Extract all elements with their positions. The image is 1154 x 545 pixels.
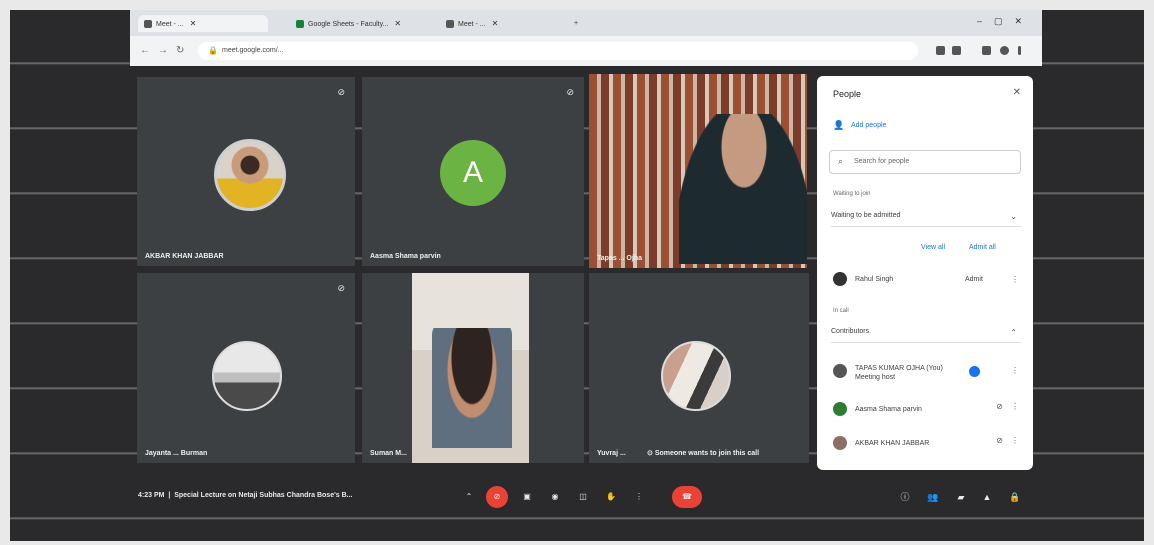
chevron-up-icon: ⌃ [1010,328,1017,337]
window-controls[interactable]: –▢✕ [977,16,1034,27]
more-vert-icon[interactable]: ⋮ [1011,366,1019,375]
more-options-button[interactable]: ⋮ [628,486,650,508]
avatar [833,364,847,378]
panel-title: People [833,89,862,99]
participant-name: Aasma Shama parvin [370,253,441,260]
present-button[interactable]: ◫ [572,486,594,508]
participant-tile[interactable]: ⊘ AKBAR KHAN JABBAR [137,77,355,266]
add-person-icon: 👤 [833,120,845,130]
extensions-puzzle-icon[interactable] [982,46,991,55]
chevron-down-icon: ⌄ [1010,212,1017,221]
close-panel-icon[interactable]: ✕ [1013,87,1021,98]
host-controls-icon[interactable]: 🔒 [1006,488,1024,506]
participant-tile-video[interactable]: Suman M... [362,273,584,463]
participant-row: AKBAR KHAN JABBAR [833,436,929,450]
participant-row: TAPAS KUMAR OJHA (You) Meeting host [833,364,953,382]
people-panel: People ✕ 👤 Add people ⌕ Search for people… [817,76,1033,470]
address-bar[interactable]: 🔒 meet.google.com/... [198,42,918,60]
close-tab-icon[interactable]: ✕ [190,19,197,28]
end-call-button[interactable]: ☎ [672,486,702,508]
more-vert-icon[interactable]: ⋮ [1011,402,1019,411]
mic-off-icon: ⊘ [996,436,1003,445]
activities-icon[interactable]: ▲ [978,488,996,506]
section-header-waiting: Waiting to join [833,191,871,197]
participant-avatar [214,139,286,211]
participant-name: Tapas ... Ojha [597,255,642,262]
participant-row: Aasma Shama parvin [833,402,922,416]
participant-name: Yuvraj ... [597,450,626,457]
close-tab-icon[interactable]: ✕ [394,19,401,28]
participant-avatar [212,341,282,411]
browser-tab-meet[interactable]: Meet - ... ✕ [138,15,268,32]
search-people-input[interactable]: ⌕ Search for people [829,150,1021,174]
waiting-person-row: Rahul Singh [833,272,893,286]
add-people-button[interactable]: 👤 Add people [833,120,886,130]
participant-video [589,74,807,268]
contributors-group[interactable]: Contributors ⌃ [831,328,1021,343]
participant-tile[interactable]: ⊘ A Aasma Shama parvin [362,77,584,266]
avatar [833,272,847,286]
admit-button[interactable]: Admit [965,276,983,283]
reload-icon[interactable]: ↻ [176,45,184,56]
avatar [833,402,847,416]
browser-menu-icon[interactable] [1018,46,1021,55]
join-request-notice[interactable]: ⊙ Someone wants to join this call [647,449,759,457]
participant-name: AKBAR KHAN JABBAR [145,253,224,260]
new-tab-button[interactable]: + [568,15,584,32]
meet-favicon-icon [446,20,454,29]
mic-off-button[interactable]: ⊘ [486,486,508,508]
meeting-control-bar: 4:23 PM | Special Lecture on Netaji Subh… [130,476,1042,520]
meeting-time-and-title: 4:23 PM | Special Lecture on Netaji Subh… [138,492,353,499]
people-icon[interactable]: 👥 [924,488,942,506]
mic-off-icon: ⊘ [337,87,345,97]
more-vert-icon[interactable]: ⋮ [1011,436,1019,445]
waiting-select[interactable]: Waiting to be admitted ⌄ [831,212,1021,227]
lock-icon: 🔒 [208,46,218,55]
participant-name: Jayanta ... Burman [145,450,208,457]
forward-icon[interactable]: → [158,45,168,56]
more-vert-icon[interactable]: ⋮ [1011,275,1019,284]
chat-icon[interactable]: ▰ [952,488,970,506]
mic-off-icon: ⊘ [996,402,1003,411]
section-header-in-call: In call [833,308,849,314]
view-all-button[interactable]: View all [921,244,945,251]
profile-avatar-icon[interactable] [1000,46,1009,55]
chevron-icon[interactable]: ⌃ [458,486,480,508]
address-row: ← → ↻ 🔒 meet.google.com/... [130,38,1042,64]
bookmark-icon[interactable] [952,46,961,55]
avatar [833,436,847,450]
participant-name: Suman M... [370,450,407,457]
camera-button[interactable]: ▣ [516,486,538,508]
browser-tab-meet-2[interactable]: Meet - ... ✕ [440,15,570,32]
mic-off-icon: ⊘ [566,87,574,97]
participant-avatar: A [440,140,506,206]
participant-tile[interactable]: ⊘ Jayanta ... Burman [137,273,355,463]
browser-tab-sheets[interactable]: Google Sheets - Faculty... ✕ [290,15,440,32]
sheets-favicon-icon [296,20,304,29]
raise-hand-button[interactable]: ✋ [600,486,622,508]
close-tab-icon[interactable]: ✕ [492,19,499,28]
captions-button[interactable]: ◉ [544,486,566,508]
participant-video [412,273,529,463]
speaking-indicator-icon [969,366,980,377]
info-icon[interactable]: ⓘ [896,488,914,506]
back-icon[interactable]: ← [140,45,150,56]
browser-window: Meet - ... ✕ Google Sheets - Faculty... ✕ … [130,10,1042,66]
search-icon: ⌕ [838,156,844,166]
meet-favicon-icon [144,20,152,29]
mic-off-icon: ⊘ [337,283,345,293]
participant-tile-video[interactable]: Tapas ... Ojha [589,74,807,268]
participant-tile[interactable]: Yuvraj ... ⊙ Someone wants to join this … [589,273,809,463]
participant-avatar [661,341,731,411]
admit-all-button[interactable]: Admit all [969,244,996,251]
extension-icon[interactable] [936,46,945,55]
tab-strip: Meet - ... ✕ Google Sheets - Faculty... ✕ … [130,10,1042,36]
